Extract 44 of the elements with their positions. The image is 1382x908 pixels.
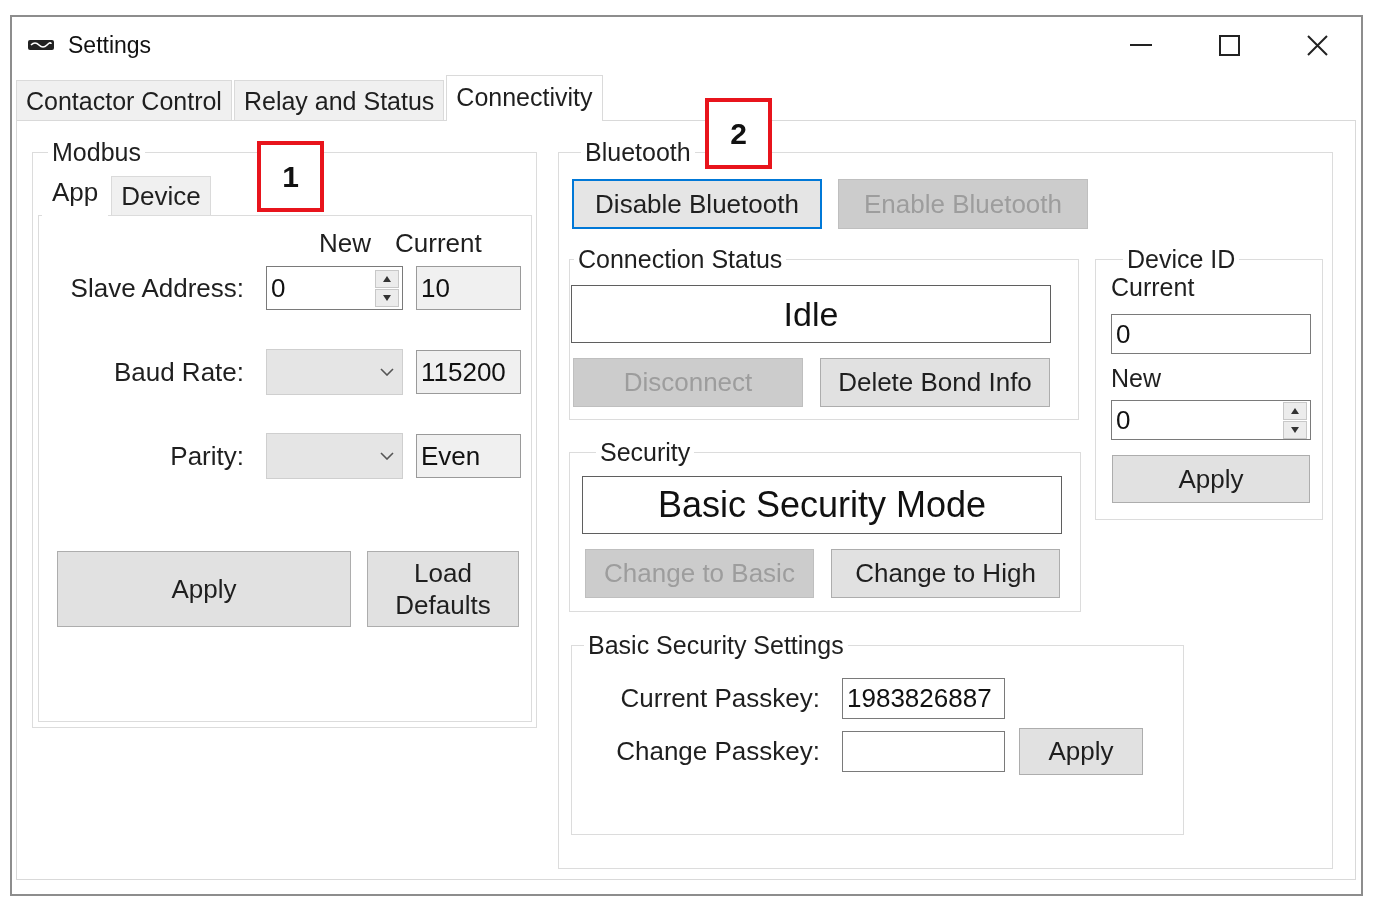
number-spinner[interactable]: 0 — [1111, 400, 1311, 440]
apply-button[interactable]: Apply — [57, 551, 351, 627]
change-to-high-button[interactable]: Change to High — [831, 549, 1060, 598]
device-id-field[interactable]: 0 — [1111, 314, 1311, 354]
group-title: Security — [599, 438, 692, 466]
chevron-down-icon[interactable] — [380, 368, 394, 376]
tab[interactable]: Device — [111, 176, 211, 215]
maximize-icon[interactable] — [1218, 34, 1240, 56]
field-label: Change Passkey: — [615, 735, 820, 768]
passkey-field[interactable]: 1983826887 — [842, 678, 1005, 719]
group-title: Device ID — [1126, 245, 1237, 273]
apply-button[interactable]: Apply — [1019, 728, 1143, 775]
disable-bluetooth-button[interactable]: Disable Bluetooth — [572, 179, 822, 229]
column-header: Current — [395, 229, 482, 257]
window-title: Settings — [68, 30, 152, 60]
annotation-label: 2 — [705, 98, 772, 169]
column-header: New — [319, 229, 371, 257]
delete-bond-info-button[interactable]: Delete Bond Info — [820, 358, 1050, 407]
load-defaults-button[interactable]: Load Defaults — [367, 551, 519, 627]
group-title: Basic Security Settings — [587, 631, 845, 659]
current-value-field[interactable]: 115200 — [416, 350, 521, 394]
group-title: Modbus — [51, 138, 142, 166]
group-title: Bluetooth — [584, 138, 692, 166]
field-label: Baud Rate: — [112, 355, 244, 389]
passkey-field[interactable] — [842, 731, 1005, 772]
chevron-down-icon[interactable] — [380, 452, 394, 460]
group-title: Connection Status — [577, 245, 784, 273]
field-label: Current — [1111, 273, 1196, 301]
annotation-label: 1 — [257, 141, 324, 212]
field-label: New — [1111, 364, 1162, 392]
current-value-field[interactable]: 10 — [416, 266, 521, 310]
close-icon[interactable] — [1306, 34, 1328, 56]
apply-button[interactable]: Apply — [1112, 455, 1310, 503]
field-label: Parity: — [169, 439, 244, 473]
current-value-field[interactable]: Even — [416, 434, 521, 478]
number-spinner[interactable]: 0 — [266, 266, 403, 310]
tab[interactable]: Connectivity — [446, 75, 603, 121]
field-label: Slave Address: — [69, 271, 244, 305]
field-label: Current Passkey: — [619, 682, 820, 715]
tab[interactable]: Relay and Status — [233, 80, 445, 120]
security-mode-display: Basic Security Mode — [582, 476, 1062, 534]
app-logo-icon — [28, 39, 54, 51]
tab[interactable]: Contactor Control — [16, 80, 232, 120]
status-display: Idle — [571, 285, 1051, 343]
